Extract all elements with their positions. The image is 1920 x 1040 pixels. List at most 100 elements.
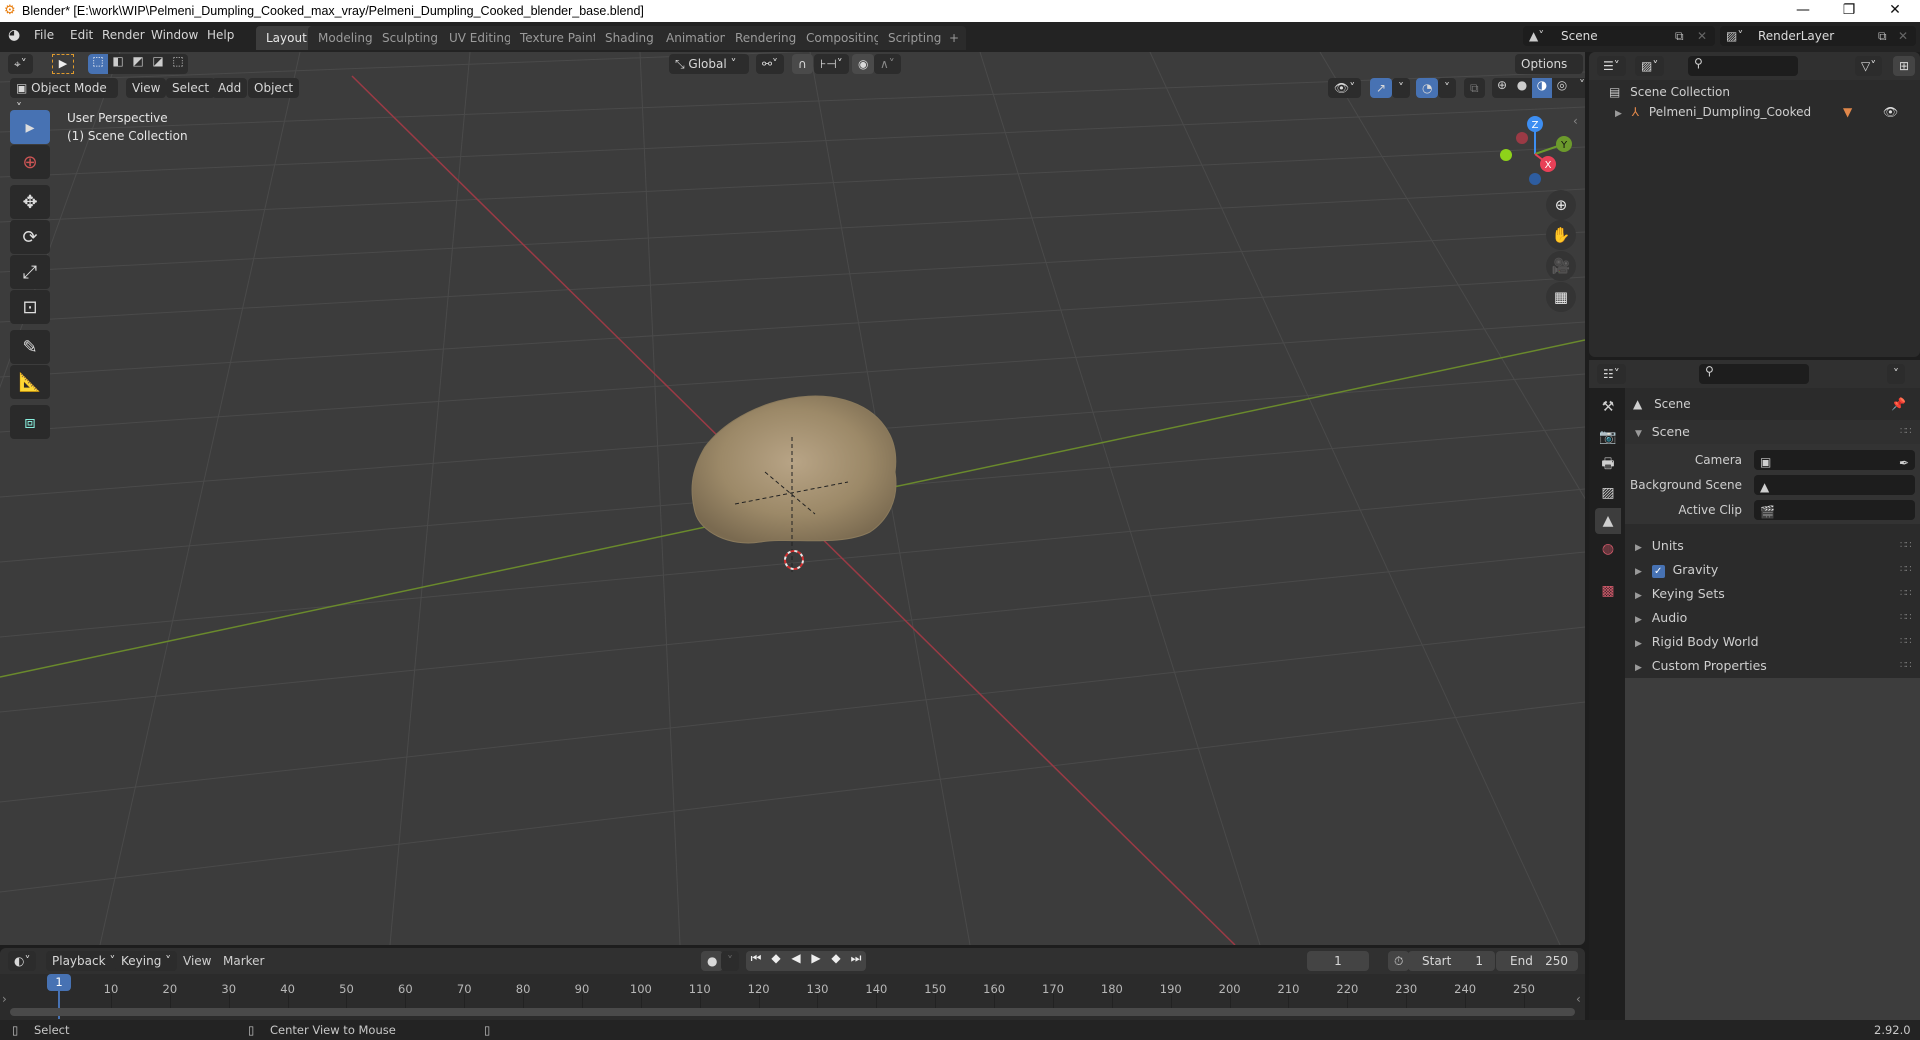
- delete-scene-icon[interactable]: ✕: [1697, 26, 1707, 46]
- outliner-editor-type[interactable]: ☰˅: [1597, 56, 1626, 76]
- visibility-dropdown[interactable]: 👁˅: [1328, 78, 1362, 98]
- properties-search-input[interactable]: ⚲: [1699, 364, 1809, 384]
- restore-button[interactable]: ❐: [1826, 0, 1872, 22]
- display-mode-dropdown[interactable]: ▨˅: [1635, 56, 1665, 76]
- right-region-toggle-icon[interactable]: ‹: [1576, 992, 1581, 1006]
- properties-options-dropdown[interactable]: ˅: [1887, 364, 1905, 384]
- playhead-frame[interactable]: 1: [47, 974, 71, 991]
- tab-output[interactable]: 🖶: [1595, 452, 1621, 478]
- snap-toggle[interactable]: ∩: [792, 54, 813, 74]
- move-tool[interactable]: ✥: [10, 185, 50, 219]
- tab-rendering[interactable]: Rendering: [725, 26, 807, 50]
- active-clip-field[interactable]: 🎬: [1754, 500, 1915, 520]
- tab-shading[interactable]: Shading: [595, 26, 664, 50]
- active-tool-icon[interactable]: ▶: [52, 54, 74, 74]
- transform-orientation-dropdown[interactable]: ⤡ Global ˅: [669, 54, 749, 74]
- pan-button[interactable]: ✋: [1546, 220, 1576, 250]
- properties-editor-type[interactable]: ☷˅: [1597, 364, 1626, 384]
- scale-tool[interactable]: ⤢: [10, 255, 50, 289]
- tab-sculpting[interactable]: Sculpting: [372, 26, 449, 50]
- scene-panel-header[interactable]: ▼ Scene ∷∷: [1625, 420, 1920, 444]
- panel-gravity[interactable]: ▶ ✓ Gravity ∷∷: [1625, 558, 1920, 582]
- add-cube-tool[interactable]: ⧈: [10, 405, 50, 439]
- drag-handle-icon[interactable]: ∷∷: [1900, 558, 1912, 582]
- visibility-eye-icon[interactable]: 👁: [1883, 100, 1898, 124]
- menu-select[interactable]: Select: [166, 78, 216, 98]
- new-view-layer-icon[interactable]: ⧉: [1878, 26, 1887, 46]
- rendered-shading-icon[interactable]: ◎: [1552, 78, 1572, 98]
- modifier-icon[interactable]: ▼: [1843, 100, 1852, 124]
- ortho-toggle-button[interactable]: ▦: [1546, 282, 1576, 312]
- timeline-scrollbar[interactable]: [10, 1008, 1575, 1016]
- tab-tool[interactable]: ⚒: [1595, 394, 1621, 420]
- panel-units[interactable]: ▶ Units ∷∷: [1625, 534, 1920, 558]
- outliner-search-input[interactable]: ⚲: [1688, 56, 1798, 76]
- tab-texture[interactable]: ▩: [1595, 578, 1621, 604]
- select-invert-icon[interactable]: ◪: [148, 54, 168, 74]
- background-scene-field[interactable]: ▲: [1754, 475, 1915, 495]
- overlays-dropdown[interactable]: ˅: [1438, 78, 1456, 98]
- sidebar-toggle-icon[interactable]: ‹: [1573, 114, 1578, 128]
- xray-toggle[interactable]: ⧉: [1464, 78, 1485, 98]
- minimize-button[interactable]: —: [1780, 0, 1826, 22]
- panel-rigid-body-world[interactable]: ▶ Rigid Body World ∷∷: [1625, 630, 1920, 654]
- select-box-tool[interactable]: ▸: [10, 110, 50, 144]
- proportional-edit-toggle[interactable]: ◉: [852, 54, 875, 74]
- snap-target-dropdown[interactable]: ⊦⊣˅: [814, 54, 849, 74]
- zoom-button[interactable]: ⊕: [1546, 190, 1576, 220]
- drag-handle-icon[interactable]: ∷∷: [1900, 420, 1912, 444]
- proportional-falloff-dropdown[interactable]: ∧˅: [874, 54, 901, 74]
- wireframe-shading-icon[interactable]: ⊕: [1492, 78, 1512, 98]
- gizmo-toggle[interactable]: ↗: [1370, 78, 1393, 98]
- solid-shading-icon[interactable]: ●: [1512, 78, 1532, 98]
- menu-window[interactable]: Window: [151, 28, 198, 42]
- tab-scene[interactable]: ▲: [1595, 508, 1621, 534]
- panel-keying-sets[interactable]: ▶ Keying Sets ∷∷: [1625, 582, 1920, 606]
- tab-render[interactable]: 📷: [1595, 424, 1621, 450]
- add-workspace-button[interactable]: +: [942, 26, 967, 50]
- select-intersect-icon[interactable]: ⬚: [168, 54, 188, 74]
- transform-tool[interactable]: ⊡: [10, 290, 50, 324]
- gizmo-dropdown[interactable]: ˅: [1392, 78, 1410, 98]
- cursor-tool[interactable]: ⊕: [10, 145, 50, 179]
- tab-scripting[interactable]: Scripting: [878, 26, 952, 50]
- outliner-item[interactable]: ▶ ⅄ Pelmeni_Dumpling_Cooked ▼ 👁: [1615, 100, 1915, 124]
- editor-type-button[interactable]: ⌖˅: [8, 54, 33, 74]
- delete-view-layer-icon[interactable]: ✕: [1898, 26, 1908, 46]
- object-mode-dropdown[interactable]: ▣ Object Mode ˅: [10, 78, 118, 115]
- tab-world[interactable]: ◍: [1595, 536, 1621, 562]
- expand-arrow-icon[interactable]: ▶: [1615, 109, 1622, 119]
- drag-handle-icon[interactable]: ∷∷: [1900, 582, 1912, 606]
- gravity-checkbox[interactable]: ✓: [1651, 565, 1665, 578]
- select-extend-icon[interactable]: ◧: [108, 54, 128, 74]
- eyedropper-icon[interactable]: ✒: [1899, 451, 1909, 475]
- panel-audio[interactable]: ▶ Audio ∷∷: [1625, 606, 1920, 630]
- drag-handle-icon[interactable]: ∷∷: [1900, 534, 1912, 558]
- tab-compositing[interactable]: Compositing: [796, 26, 892, 50]
- annotate-tool[interactable]: ✎: [10, 330, 50, 364]
- options-dropdown[interactable]: Options ˅: [1515, 54, 1583, 91]
- drag-handle-icon[interactable]: ∷∷: [1900, 630, 1912, 654]
- tab-texture-paint[interactable]: Texture Paint: [510, 26, 608, 50]
- navigation-gizmo[interactable]: Z Y X: [1490, 110, 1580, 200]
- measure-tool[interactable]: 📐: [10, 365, 50, 399]
- drag-handle-icon[interactable]: ∷∷: [1900, 606, 1912, 630]
- camera-field[interactable]: ▣ ✒: [1754, 450, 1915, 470]
- panel-custom-properties[interactable]: ▶ Custom Properties ∷∷: [1625, 654, 1920, 678]
- menu-object[interactable]: Object: [248, 78, 300, 98]
- pin-icon[interactable]: 📌: [1891, 392, 1906, 416]
- menu-view[interactable]: View: [126, 78, 167, 98]
- filter-dropdown[interactable]: ▽˅: [1855, 56, 1883, 76]
- new-collection-button[interactable]: ⊞: [1893, 56, 1916, 76]
- blender-menu-icon[interactable]: ◕: [8, 27, 20, 43]
- new-scene-icon[interactable]: ⧉: [1675, 26, 1684, 46]
- 3d-viewport[interactable]: ⌖˅ ▶ ⬚ ◧ ◩ ◪ ⬚ ⤡ Global ˅ ⚯˅ ∩ ⊦⊣˅ ◉ ∧˅ …: [0, 52, 1585, 945]
- tab-view-layer[interactable]: ▨: [1595, 480, 1621, 506]
- select-subtract-icon[interactable]: ◩: [128, 54, 148, 74]
- material-shading-icon[interactable]: ◑: [1532, 78, 1552, 98]
- camera-view-button[interactable]: 🎥: [1546, 251, 1576, 281]
- menu-add[interactable]: Add: [212, 78, 248, 98]
- pivot-point-dropdown[interactable]: ⚯˅: [756, 54, 785, 74]
- overlays-toggle[interactable]: ◔: [1416, 78, 1439, 98]
- left-region-toggle-icon[interactable]: ›: [2, 992, 7, 1006]
